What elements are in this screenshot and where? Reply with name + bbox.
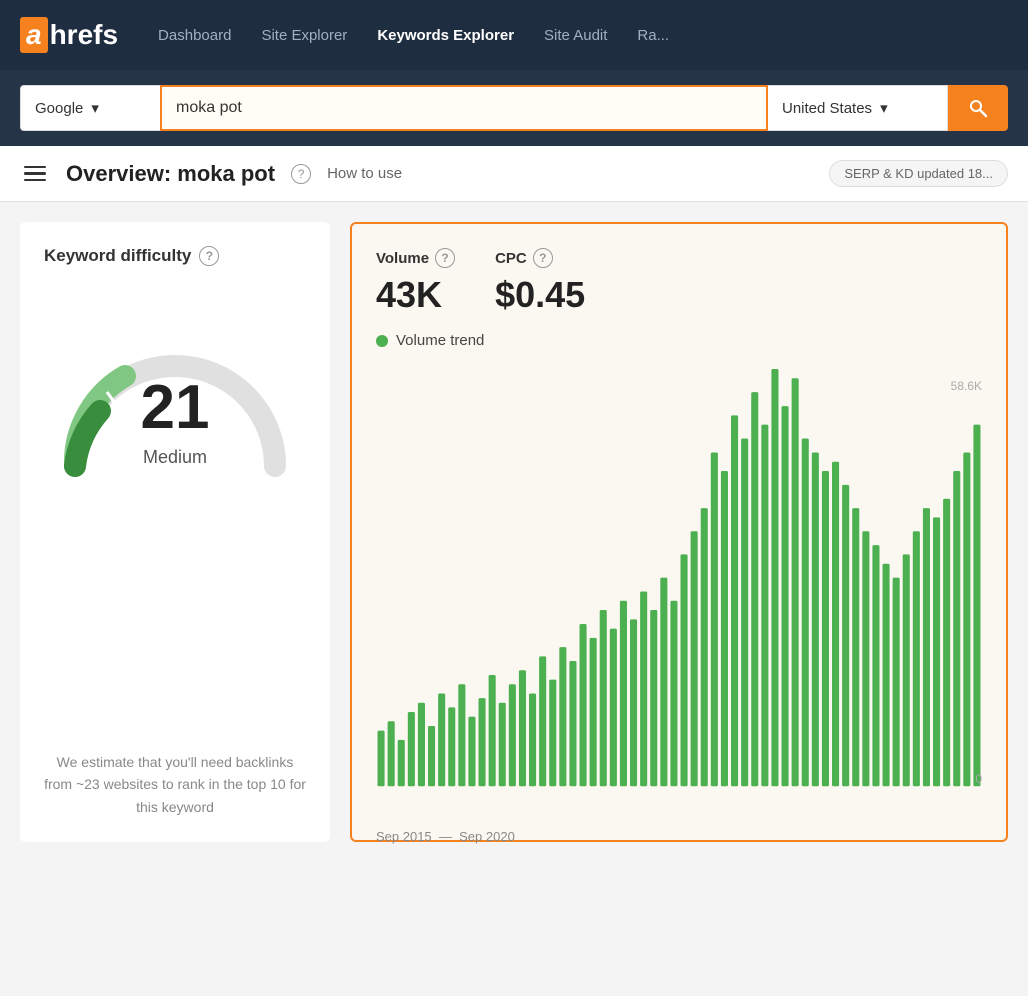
- volume-trend-label: Volume trend: [376, 332, 982, 349]
- kd-description: We estimate that you'll need backlinks f…: [44, 751, 306, 818]
- volume-label: Volume ?: [376, 248, 455, 268]
- logo-a: a: [20, 17, 48, 53]
- nav-keywords-explorer[interactable]: Keywords Explorer: [377, 22, 514, 49]
- chart-date-start: Sep 2015 — Sep 2020: [376, 829, 515, 844]
- chart-min-label: 0: [975, 772, 982, 786]
- chart-max-label: 58.6K: [951, 379, 982, 393]
- green-dot-icon: [376, 335, 388, 347]
- cards-container: Keyword difficulty ?: [0, 202, 1028, 862]
- volume-help-icon[interactable]: ?: [435, 248, 455, 268]
- kd-label: Keyword difficulty ?: [44, 246, 219, 266]
- search-icon: [968, 98, 988, 118]
- hamburger-menu[interactable]: [20, 162, 50, 186]
- overview-title: Overview: moka pot: [66, 161, 275, 187]
- search-button[interactable]: [948, 85, 1008, 131]
- volume-top: Volume ? 43K CPC ? $0.45: [376, 248, 982, 316]
- country-arrow: ▾: [880, 99, 888, 117]
- nav-dashboard[interactable]: Dashboard: [158, 22, 231, 49]
- navbar: a hrefs Dashboard Site Explorer Keywords…: [0, 0, 1028, 70]
- kd-level: Medium: [45, 447, 305, 468]
- search-bar: Google ▾ United States ▾: [0, 70, 1028, 146]
- nav-site-audit[interactable]: Site Audit: [544, 22, 607, 49]
- how-to-use-link[interactable]: How to use: [327, 165, 402, 182]
- overview-help-icon[interactable]: ?: [291, 164, 311, 184]
- bar-chart-svg: [376, 369, 982, 816]
- cpc-value: $0.45: [495, 274, 585, 316]
- volume-card: Volume ? 43K CPC ? $0.45: [350, 222, 1008, 842]
- nav-site-explorer[interactable]: Site Explorer: [261, 22, 347, 49]
- kd-card: Keyword difficulty ?: [20, 222, 330, 842]
- overview-header: Overview: moka pot ? How to use SERP & K…: [0, 146, 1028, 202]
- country-select[interactable]: United States ▾: [768, 85, 948, 131]
- nav-rank-tracker[interactable]: Ra...: [637, 22, 669, 49]
- logo-text: hrefs: [50, 19, 118, 51]
- search-input-wrap: [160, 85, 768, 131]
- engine-arrow: ▾: [91, 99, 99, 117]
- kd-score: 21: [45, 372, 305, 443]
- hamburger-line: [24, 179, 46, 182]
- volume-chart: 58.6K 0 Sep 2015 — Sep 2020: [376, 369, 982, 816]
- chart-date-labels: Sep 2015 — Sep 2020: [376, 829, 982, 844]
- cpc-help-icon[interactable]: ?: [533, 248, 553, 268]
- cpc-label: CPC ?: [495, 248, 585, 268]
- kd-gauge: 21 Medium: [45, 296, 305, 496]
- page-content: Overview: moka pot ? How to use SERP & K…: [0, 146, 1028, 996]
- serp-badge: SERP & KD updated 18...: [829, 160, 1008, 187]
- volume-value: 43K: [376, 274, 455, 316]
- logo[interactable]: a hrefs: [20, 17, 118, 53]
- country-label: United States: [782, 100, 872, 117]
- hamburger-line: [24, 172, 46, 175]
- volume-metric: Volume ? 43K: [376, 248, 455, 316]
- kd-help-icon[interactable]: ?: [199, 246, 219, 266]
- hamburger-line: [24, 166, 46, 169]
- engine-select[interactable]: Google ▾: [20, 85, 160, 131]
- engine-label: Google: [35, 100, 83, 117]
- cpc-metric: CPC ? $0.45: [495, 248, 585, 316]
- search-input[interactable]: [162, 99, 766, 117]
